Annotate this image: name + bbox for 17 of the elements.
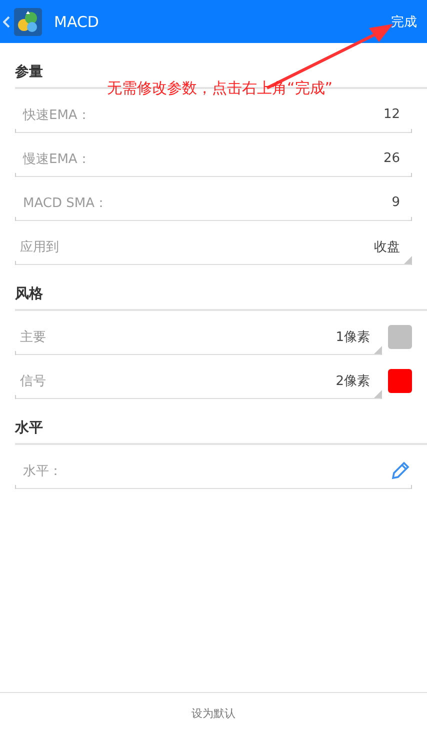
section-title: 水平 [15,399,427,445]
dropdown-field[interactable]: 应用到 收盘 [15,230,412,264]
input-field[interactable]: 慢速EMA： 26 [15,142,412,176]
back-icon[interactable] [3,16,10,28]
screen-title: MACD [54,12,100,30]
annotation-text: 无需修改参数，点击右上角“完成” [107,79,333,98]
done-button[interactable]: 完成 [389,8,419,34]
section-title: 风格 [15,265,427,311]
pencil-icon[interactable] [390,460,410,480]
app-icon [14,8,42,36]
input-field[interactable]: 快速EMA： 12 [15,98,412,132]
dropdown-field[interactable]: 信号 2像素 [15,364,382,398]
dropdown-field[interactable]: 主要 1像素 [15,320,382,354]
color-swatch[interactable] [388,325,412,349]
set-default-button[interactable]: 设为默认 [186,704,242,722]
color-swatch[interactable] [388,369,412,393]
input-field[interactable]: MACD SMA： 9 [15,186,412,220]
